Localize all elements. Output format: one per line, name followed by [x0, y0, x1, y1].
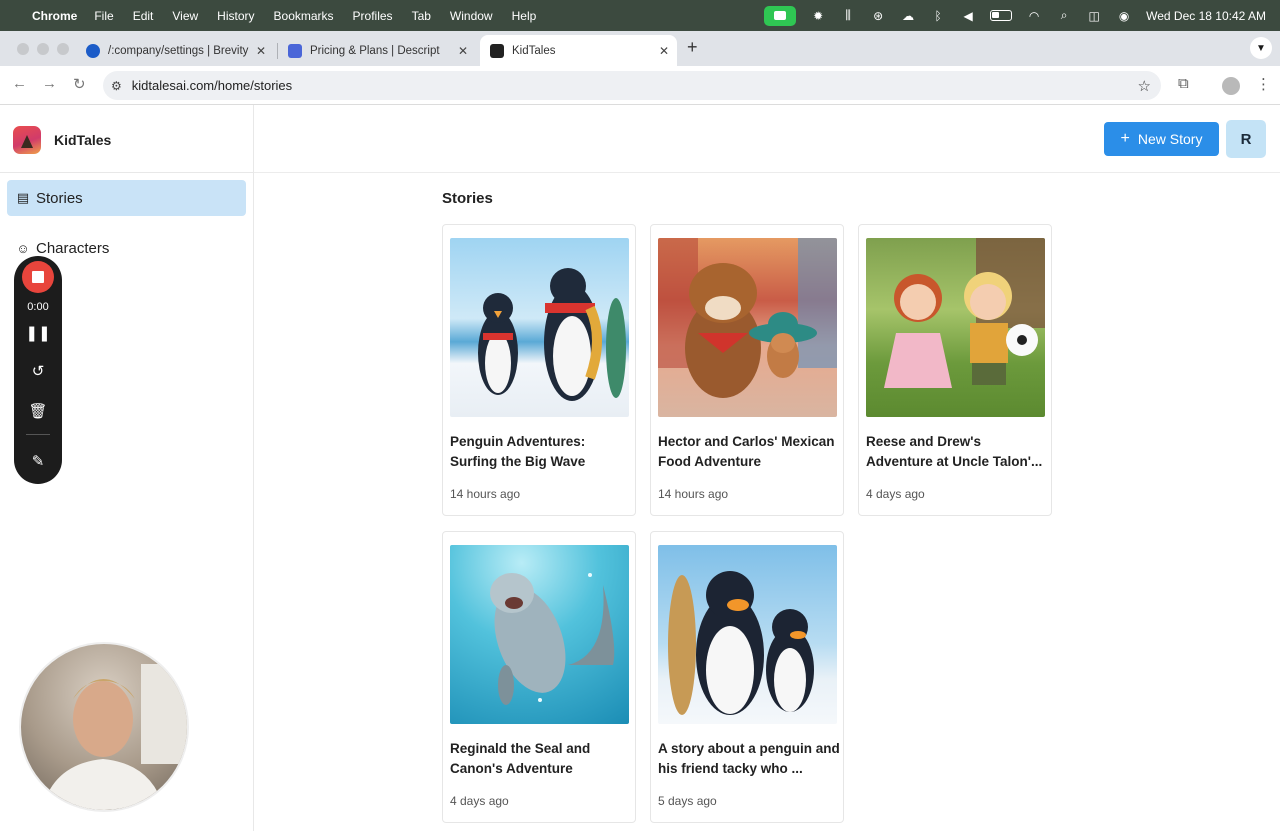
control-center-icon[interactable]: ◫	[1086, 9, 1102, 23]
close-tab-icon[interactable]: ✕	[659, 44, 669, 58]
close-tab-icon[interactable]: ✕	[458, 44, 468, 58]
trash-icon[interactable]: 🗑	[14, 402, 62, 420]
profile-avatar[interactable]	[1222, 77, 1240, 95]
stop-recording-button[interactable]	[22, 261, 54, 293]
menu-file[interactable]: File	[94, 9, 113, 23]
pencil-icon[interactable]: ✎	[14, 452, 62, 470]
sidebar-item-label: Characters	[36, 239, 110, 257]
kidtales-logo-icon[interactable]	[13, 126, 41, 154]
menu-history[interactable]: History	[217, 9, 254, 23]
story-card[interactable]: Reginald the Seal and Canon's Adventure …	[442, 531, 636, 823]
menu-bookmarks[interactable]: Bookmarks	[274, 9, 334, 23]
menubar-status-area: ✹ ⫼ ⊛ ☁ ᛒ ◀ ◠ ⌕ ◫ ◉ Wed Dec 18 10:42 AM	[764, 0, 1266, 31]
menu-tab[interactable]: Tab	[412, 9, 431, 23]
volume-icon[interactable]: ◀	[960, 9, 976, 23]
address-bar[interactable]: ⚙ kidtalesai.com/home/stories ☆	[103, 71, 1161, 100]
tab-title: /:company/settings | Brevity	[108, 44, 249, 57]
penguins-surfing-image	[450, 238, 629, 417]
new-story-label: New Story	[1137, 131, 1203, 147]
story-card[interactable]: A story about a penguin and his friend t…	[650, 531, 844, 823]
browser-tab-brevity[interactable]: /:company/settings | Brevity ✕	[76, 35, 274, 66]
cloud-icon[interactable]: ☁	[900, 9, 916, 23]
macos-menu-bar: Chrome File Edit View History Bookmarks …	[0, 0, 1280, 31]
user-avatar[interactable]: R	[1226, 120, 1266, 158]
two-penguins-image	[658, 545, 837, 724]
bulldog-and-chihuahua-image	[658, 238, 837, 417]
brand-name[interactable]: KidTales	[54, 132, 111, 148]
forward-arrow-icon[interactable]: →	[42, 75, 57, 92]
new-tab-icon[interactable]: +	[687, 37, 698, 58]
window-controls[interactable]	[17, 43, 69, 55]
kidtales-favicon-icon	[490, 43, 504, 58]
bookmark-star-icon[interactable]: ☆	[1138, 77, 1151, 95]
reload-icon[interactable]: ↻	[73, 75, 86, 93]
descript-favicon-icon	[288, 43, 302, 58]
story-title[interactable]: Reese and Drew's Adventure at Uncle Talo…	[866, 432, 1048, 472]
sidebar-divider	[0, 172, 254, 173]
close-tab-icon[interactable]: ✕	[256, 44, 266, 58]
siri-icon[interactable]: ◉	[1116, 9, 1132, 23]
menu-view[interactable]: View	[172, 9, 198, 23]
menu-edit[interactable]: Edit	[133, 9, 154, 23]
battery-icon[interactable]	[990, 10, 1013, 21]
menubar-clock[interactable]: Wed Dec 18 10:42 AM	[1146, 9, 1266, 23]
wifi-icon[interactable]: ◠	[1026, 9, 1042, 23]
menu-help[interactable]: Help	[512, 9, 537, 23]
sidebar-item-stories[interactable]: ▤ Stories	[7, 180, 246, 216]
openai-icon[interactable]: ⊛	[870, 9, 886, 23]
story-timestamp: 4 days ago	[450, 794, 509, 808]
story-timestamp: 4 days ago	[866, 487, 925, 501]
page-title: Stories	[442, 190, 493, 207]
browser-menu-icon[interactable]: ⋮	[1256, 75, 1271, 93]
story-card[interactable]: Hector and Carlos' Mexican Food Adventur…	[650, 224, 844, 516]
recorder-divider	[26, 434, 50, 435]
site-settings-icon[interactable]: ⚙	[111, 79, 122, 93]
brightness-icon[interactable]: ✹	[810, 9, 826, 23]
story-timestamp: 14 hours ago	[450, 487, 521, 501]
kids-with-soccer-ball-image	[866, 238, 1045, 417]
menu-window[interactable]: Window	[450, 9, 493, 23]
story-title[interactable]: A story about a penguin and his friend t…	[658, 739, 840, 779]
sidebar-item-label: Stories	[36, 189, 83, 207]
browser-tab-strip: /:company/settings | Brevity ✕ Pricing &…	[0, 31, 1280, 66]
browser-tab-descript[interactable]: Pricing & Plans | Descript ✕	[278, 35, 476, 66]
characters-icon: ☺	[16, 240, 30, 256]
story-card[interactable]: Penguin Adventures: Surfing the Big Wave…	[442, 224, 636, 516]
story-title[interactable]: Hector and Carlos' Mexican Food Adventur…	[658, 432, 840, 472]
spotlight-search-icon[interactable]: ⌕	[1056, 8, 1072, 23]
header-divider	[254, 172, 1280, 173]
story-timestamp: 5 days ago	[658, 794, 717, 808]
tab-title: Pricing & Plans | Descript	[310, 44, 440, 57]
stats-icon[interactable]: ⫼	[840, 8, 856, 23]
pause-icon[interactable]: ❚❚	[14, 324, 62, 342]
url-text[interactable]: kidtalesai.com/home/stories	[132, 78, 292, 93]
recording-timer: 0:00	[27, 301, 49, 313]
tab-search-chevron-icon[interactable]: ▼	[1250, 37, 1272, 59]
webcam-bubble[interactable]	[19, 642, 189, 812]
menu-profiles[interactable]: Profiles	[353, 9, 393, 23]
stories-icon: ▤	[16, 190, 30, 205]
stop-icon	[32, 271, 44, 283]
story-title[interactable]: Penguin Adventures: Surfing the Big Wave	[450, 432, 632, 472]
plus-icon: +	[1120, 130, 1130, 147]
restart-icon[interactable]: ↺	[14, 362, 62, 380]
browser-tab-kidtales[interactable]: KidTales ✕	[480, 35, 677, 66]
story-timestamp: 14 hours ago	[658, 487, 729, 501]
screen-recorder-toolbar: 0:00 ❚❚ ↺ 🗑 ✎	[14, 256, 62, 484]
tab-title: KidTales	[512, 44, 556, 57]
story-card[interactable]: Reese and Drew's Adventure at Uncle Talo…	[858, 224, 1052, 516]
story-title[interactable]: Reginald the Seal and Canon's Adventure	[450, 739, 632, 779]
new-story-button[interactable]: + New Story	[1104, 122, 1219, 156]
extensions-icon[interactable]: ⧉	[1178, 75, 1189, 92]
browser-toolbar: ← → ↻ ⚙ kidtalesai.com/home/stories ☆ ⧉ …	[0, 66, 1280, 105]
back-arrow-icon[interactable]: ←	[12, 75, 27, 92]
menu-app-name[interactable]: Chrome	[32, 9, 77, 23]
seal-underwater-image	[450, 545, 629, 724]
bluetooth-icon[interactable]: ᛒ	[930, 9, 946, 23]
brevity-favicon-icon	[86, 43, 100, 58]
facetime-icon[interactable]	[764, 5, 797, 26]
